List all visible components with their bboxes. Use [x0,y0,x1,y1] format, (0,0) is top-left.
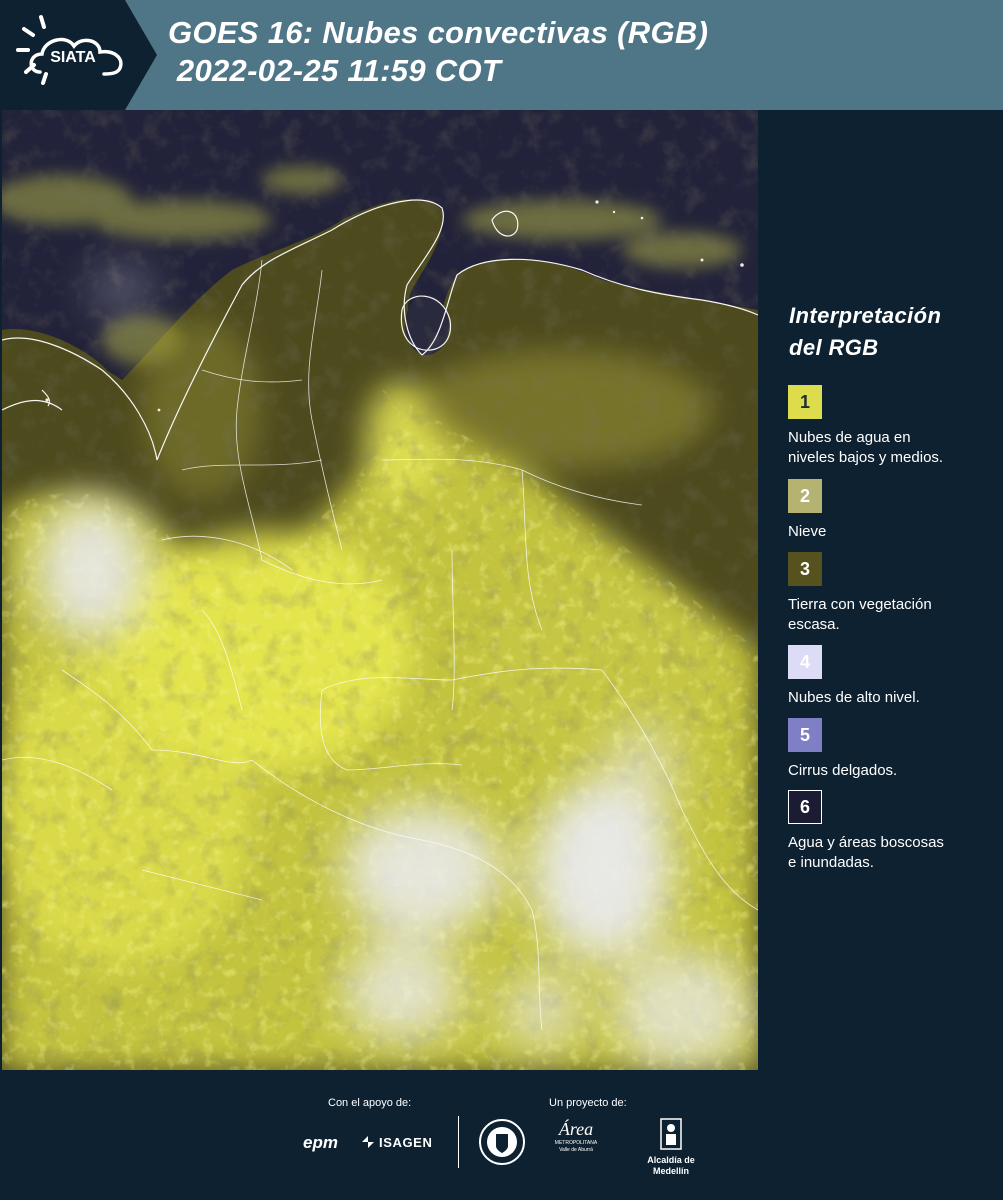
legend-label-3: Tierra con vegetación escasa. [788,595,993,635]
legend-swatch-1: 1 [788,385,822,419]
legend-title-line-2: del RGB [789,335,879,360]
alcaldia-medellin-logo[interactable]: Alcaldía de Medellín [640,1118,702,1177]
legend-title: Interpretación del RGB [789,300,941,364]
medellin-seal-logo[interactable] [478,1118,526,1171]
area-logo-sub1: METROPOLITANA [554,1140,598,1146]
isagen-logo-text: ISAGEN [379,1134,433,1150]
legend-swatch-3: 3 [788,552,822,586]
legend-label-4-line-1: Nubes de alto nivel. [788,689,920,706]
legend-label-1-line-1: Nubes de agua en [788,429,911,446]
legend-label-2: Nieve [788,522,993,542]
legend-label-1: Nubes de agua en niveles bajos y medios. [788,428,993,468]
legend-label-3-line-1: Tierra con vegetación [788,596,932,613]
title-line-2: 2022-02-25 11:59 COT [168,53,502,88]
legend-swatch-6: 6 [788,790,822,824]
legend-label-5-line-1: Cirrus delgados. [788,762,898,779]
legend-label-2-line-1: Nieve [788,523,827,540]
legend-item-6: 6 Agua y áreas boscosas e inundadas. [788,790,993,873]
legend-item-2: 2 Nieve [788,479,993,542]
area-logo-sub2: Valle de Aburrá [559,1147,593,1153]
area-logo-text: Área [558,1119,594,1139]
legend-label-6: Agua y áreas boscosas e inundadas. [788,833,993,873]
legend-swatch-2: 2 [788,479,822,513]
footer-bar: Con el apoyo de: Un proyecto de: epm ISA… [0,1070,1003,1200]
siata-logo[interactable]: SIATA [0,0,160,110]
isagen-logo[interactable]: ISAGEN [360,1134,432,1150]
alcaldia-shield-icon [660,1118,682,1150]
area-metropolitana-logo[interactable]: Área METROPOLITANA Valle de Aburrá [551,1118,601,1154]
legend-label-3-line-2: escasa. [788,616,840,633]
legend-label-1-line-2: niveles bajos y medios. [788,449,944,466]
legend-item-3: 3 Tierra con vegetación escasa. [788,552,993,635]
seal-icon [479,1119,525,1165]
satellite-image [2,110,758,1070]
legend-panel: Interpretación del RGB 1 Nubes de agua e… [760,110,1003,1070]
footer-divider [458,1116,459,1168]
legend-label-5: Cirrus delgados. [788,761,993,781]
isagen-icon [362,1136,374,1148]
legend-item-4: 4 Nubes de alto nivel. [788,645,993,708]
page-title: GOES 16: Nubes convectivas (RGB) 2022-02… [168,14,708,90]
project-caption: Un proyecto de: [549,1097,627,1109]
siata-logo-text: SIATA [50,49,96,66]
header-bar: SIATA GOES 16: Nubes convectivas (RGB) 2… [0,0,1003,110]
satellite-map[interactable] [2,110,758,1070]
title-line-1: GOES 16: Nubes convectivas (RGB) [168,15,709,50]
alcaldia-logo-text: Alcaldía de Medellín [647,1155,695,1176]
legend-label-6-line-1: Agua y áreas boscosas [788,834,944,851]
legend-swatch-5: 5 [788,718,822,752]
legend-item-1: 1 Nubes de agua en niveles bajos y medio… [788,385,993,468]
legend-label-6-line-2: e inundadas. [788,854,874,871]
support-caption: Con el apoyo de: [328,1097,412,1109]
legend-title-line-1: Interpretación [789,303,942,328]
legend-swatch-4: 4 [788,645,822,679]
epm-logo[interactable]: epm [303,1133,338,1153]
legend-label-4: Nubes de alto nivel. [788,688,993,708]
legend-item-5: 5 Cirrus delgados. [788,718,993,781]
